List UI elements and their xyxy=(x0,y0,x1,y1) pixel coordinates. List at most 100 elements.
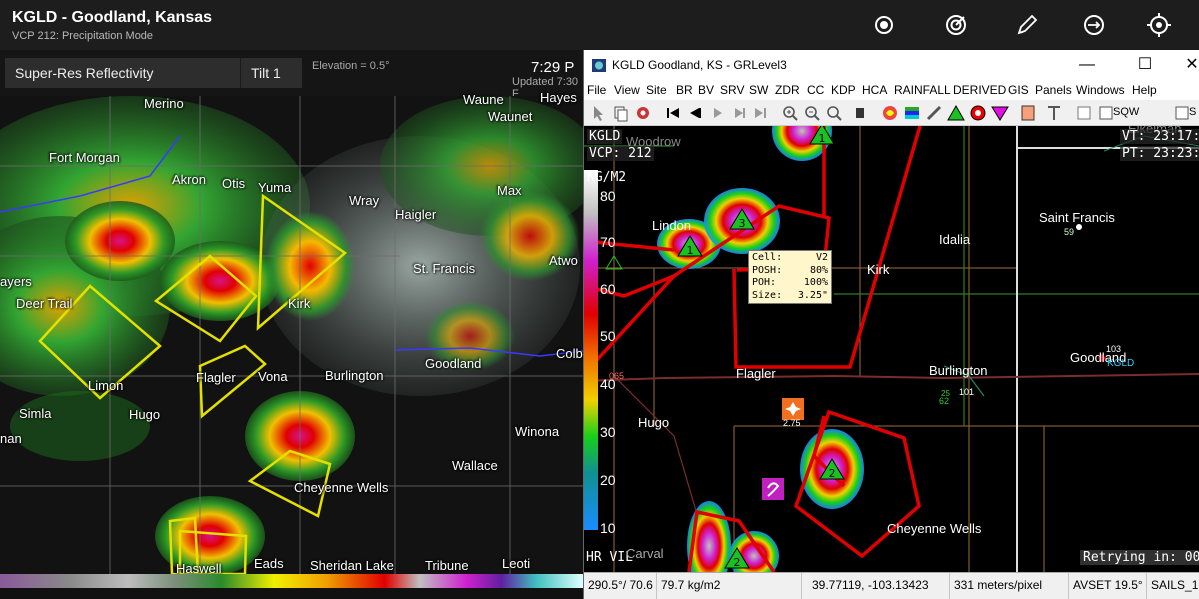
zoom-out-icon[interactable] xyxy=(802,103,822,123)
measure-tool-icon[interactable] xyxy=(924,103,944,123)
city-label: Yuma xyxy=(258,180,292,195)
menu-srv[interactable]: SRV xyxy=(720,83,744,97)
text-tool-icon[interactable] xyxy=(1044,103,1064,123)
legend-tick: 20 xyxy=(600,472,616,488)
last-frame-icon[interactable] xyxy=(751,103,771,123)
status-azimuth: 290.5°/ 70.6 n xyxy=(584,573,657,599)
retry-status: Retrying in: 00: xyxy=(1080,550,1199,565)
city-label: Burlington xyxy=(929,363,988,378)
city-label: ayers xyxy=(0,274,32,289)
s-label: S xyxy=(1189,106,1197,118)
elevation-readout: Elevation = 0.5° xyxy=(312,60,390,72)
city-label: Wray xyxy=(349,193,380,208)
menu-help[interactable]: Help xyxy=(1132,83,1157,97)
city-label: Merino xyxy=(144,96,184,111)
radar-target-icon[interactable] xyxy=(943,12,969,38)
menu-site[interactable]: Site xyxy=(646,83,667,97)
menu-bar: File View Site BR BV SRV SW ZDR CC KDP H… xyxy=(584,80,1199,100)
app-header: KGLD - Goodland, Kansas VCP 212: Precipi… xyxy=(0,0,1199,50)
status-bar: 290.5°/ 70.6 n 79.7 kg/m2 39.77119, -103… xyxy=(584,572,1199,599)
left-radar-map[interactable]: Merino Waune Waunet Hayes Fort Morgan Ak… xyxy=(0,90,583,576)
city-label: Simla xyxy=(19,406,52,421)
tip-cell-value: V2 xyxy=(815,252,828,263)
city-label: Sheridan Lake xyxy=(310,558,394,573)
menu-kdp[interactable]: KDP xyxy=(831,83,856,97)
reflectivity-color-scale xyxy=(0,574,583,588)
copy-tool-icon[interactable] xyxy=(611,103,631,123)
menu-sw[interactable]: SW xyxy=(749,83,768,97)
product-time: PT: 23:23:3 xyxy=(1120,146,1199,161)
settings-tool-icon[interactable] xyxy=(633,103,653,123)
city-label: nan xyxy=(0,431,22,446)
sqw-label: SQW xyxy=(1113,106,1140,118)
city-label: Flagler xyxy=(196,370,236,385)
menu-br[interactable]: BR xyxy=(676,83,693,97)
next-frame-icon[interactable] xyxy=(729,103,749,123)
play-icon[interactable] xyxy=(707,103,727,123)
minimize-button[interactable]: — xyxy=(1064,50,1110,80)
storm-track-icon[interactable] xyxy=(880,103,900,123)
svg-text:1: 1 xyxy=(687,244,694,257)
tip-size-label: Size: xyxy=(752,289,783,301)
pencil-icon[interactable] xyxy=(1014,12,1040,38)
menu-zdr[interactable]: ZDR xyxy=(775,83,800,97)
city-label: Fort Morgan xyxy=(49,150,120,165)
color-table-icon[interactable] xyxy=(902,103,922,123)
city-label: Waune xyxy=(463,92,504,107)
city-label: Lindon xyxy=(652,218,692,233)
prev-frame-icon[interactable] xyxy=(685,103,705,123)
legend-tick: 60 xyxy=(600,281,616,297)
left-bottom-bar xyxy=(0,588,583,599)
product-selector[interactable]: Super-Res Reflectivity xyxy=(5,58,240,88)
city-label: St. Francis xyxy=(413,261,476,276)
menu-windows[interactable]: Windows xyxy=(1076,83,1125,97)
menu-bv[interactable]: BV xyxy=(698,83,714,97)
city-label: Eads xyxy=(254,556,284,571)
grlevel3-map[interactable]: 1 3 1 2 2 80 70 60 50 40 30 20 10 KGLD W… xyxy=(584,126,1199,572)
locate-icon[interactable] xyxy=(1146,12,1172,38)
toolbar: SQW S xyxy=(584,100,1199,126)
menu-file[interactable]: File xyxy=(587,83,606,97)
city-label: Hugo xyxy=(638,415,670,430)
status-coords: 39.77119, -103.13423 xyxy=(802,573,950,599)
tip-poh-value: 100% xyxy=(803,277,828,288)
first-frame-icon[interactable] xyxy=(663,103,683,123)
city-label: Haigler xyxy=(395,207,437,222)
mesocyclone-icon[interactable] xyxy=(968,103,988,123)
tilt-selector[interactable]: Tilt 1 xyxy=(240,58,302,88)
legend-tick: 80 xyxy=(600,188,616,204)
menu-gis[interactable]: GIS xyxy=(1008,83,1029,97)
road-label: 103 xyxy=(1106,344,1122,354)
warning-triangle-icon[interactable] xyxy=(946,103,966,123)
zoom-in-icon[interactable] xyxy=(780,103,800,123)
city-label: Max xyxy=(497,183,522,198)
city-label: Kirk xyxy=(867,262,890,277)
city-label: Cheyenne Wells xyxy=(294,480,389,495)
checkbox-option-icon[interactable] xyxy=(1074,103,1094,123)
stop-icon[interactable] xyxy=(850,103,870,123)
select-tool-icon[interactable] xyxy=(589,103,609,123)
left-product-bar: Super-Res Reflectivity Tilt 1 Elevation … xyxy=(0,50,583,100)
menu-hca[interactable]: HCA xyxy=(862,83,887,97)
city-label: Atwo xyxy=(549,253,578,268)
city-label: Saint Francis xyxy=(1039,210,1115,225)
zoom-reset-icon[interactable] xyxy=(824,103,844,123)
road-label: 25 xyxy=(941,389,950,398)
window-titlebar: KGLD Goodland, KS - GRLevel3 — ☐ ✕ xyxy=(584,50,1199,80)
record-icon[interactable] xyxy=(871,12,897,38)
city-label: Cheyenne Wells xyxy=(887,521,982,536)
maximize-button[interactable]: ☐ xyxy=(1122,50,1168,80)
navigate-icon[interactable] xyxy=(1081,12,1107,38)
city-label: Burlington xyxy=(325,368,384,383)
grlevel3-app-icon xyxy=(592,59,606,72)
menu-rainfall[interactable]: RAINFALL xyxy=(894,83,951,97)
close-button[interactable]: ✕ xyxy=(1169,50,1199,80)
tvs-triangle-icon[interactable] xyxy=(990,103,1010,123)
menu-cc[interactable]: CC xyxy=(807,83,824,97)
fill-color-icon[interactable] xyxy=(1018,103,1038,123)
city-label: Colb xyxy=(556,346,583,361)
city-label: Limon xyxy=(88,378,124,393)
menu-derived[interactable]: DERIVED xyxy=(953,83,1006,97)
menu-view[interactable]: View xyxy=(614,83,640,97)
menu-panels[interactable]: Panels xyxy=(1035,83,1072,97)
